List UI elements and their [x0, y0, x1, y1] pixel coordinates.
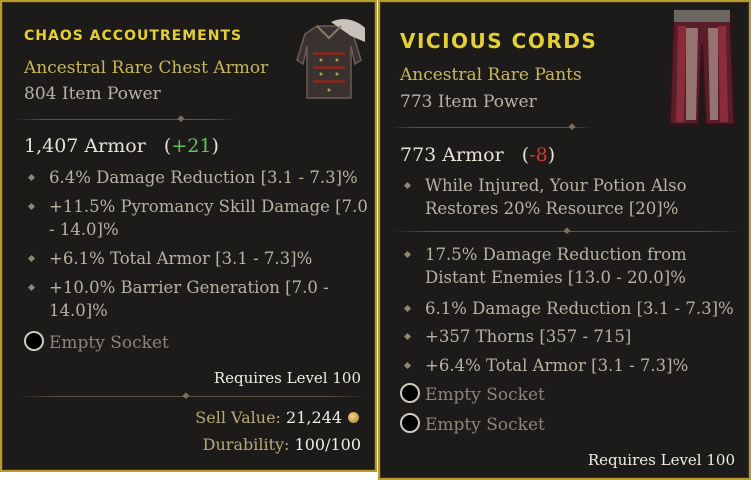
affix: +6.4% Total Armor [3.1 - 7.3]%: [403, 354, 688, 377]
implicit-affix: While Injured, Your Potion Also Restores…: [403, 174, 687, 220]
chest-armor-icon: [296, 19, 365, 99]
empty-socket: Empty Socket: [24, 331, 169, 354]
empty-socket: Empty Socket: [400, 413, 545, 436]
gold-coin-icon: [348, 412, 359, 423]
affix: +10.0% Barrier Generation [7.0 - 14.0]%: [27, 276, 329, 322]
divider: ◆: [392, 227, 742, 236]
bullet-diamond-icon: [403, 304, 412, 313]
item-power: 804 Item Power: [24, 84, 161, 104]
affix: 6.1% Damage Reduction [3.1 - 7.3]%: [403, 297, 734, 320]
item-name: CHAOS ACCOUTREMENTS: [24, 28, 243, 44]
requires-level: Requires Level 100: [213, 369, 361, 387]
affix: +6.1% Total Armor [3.1 - 7.3]%: [27, 247, 312, 270]
bullet-diamond-icon: [27, 254, 36, 263]
bullet-diamond-icon: [27, 202, 36, 211]
divider: ◆: [16, 392, 366, 401]
bullet-diamond-icon: [403, 181, 412, 190]
armor-value: 1,407 Armor: [24, 135, 146, 157]
bullet-diamond-icon: [27, 173, 36, 182]
item-power: 773 Item Power: [400, 92, 537, 112]
item-type: Ancestral Rare Chest Armor: [24, 58, 269, 78]
bullet-diamond-icon: [403, 332, 412, 341]
pants-icon: [669, 9, 735, 125]
affix: +11.5% Pyromancy Skill Damage [7.0 - 14.…: [27, 195, 368, 241]
bullet-diamond-icon: [27, 283, 36, 292]
armor-value: 773 Armor: [400, 144, 504, 166]
affix: +357 Thorns [357 - 715]: [403, 325, 631, 348]
chest-armor-tooltip: CHAOS ACCOUTREMENTS Ancestral Rare Chest…: [0, 0, 377, 472]
item-type: Ancestral Rare Pants: [400, 65, 582, 85]
armor-stat: 1,407 Armor (+21): [24, 135, 219, 157]
divider: ◆: [392, 123, 592, 132]
affix: 6.4% Damage Reduction [3.1 - 7.3]%: [27, 166, 358, 189]
armor-stat: 773 Armor (-8): [400, 144, 556, 166]
socket-icon: [400, 383, 420, 403]
pants-tooltip: VICIOUS CORDS Ancestral Rare Pants 773 I…: [378, 0, 751, 480]
item-name: VICIOUS CORDS: [400, 29, 598, 53]
bullet-diamond-icon: [403, 361, 412, 370]
socket-icon: [400, 413, 420, 433]
durability: Durability: 100/100: [202, 435, 361, 454]
sell-value: Sell Value: 21,244: [195, 408, 359, 427]
requires-level: Requires Level 100: [587, 451, 735, 469]
divider: ◆: [16, 115, 236, 124]
socket-icon: [24, 331, 44, 351]
armor-delta: -8: [529, 144, 548, 166]
bullet-diamond-icon: [403, 250, 412, 259]
affix: 17.5% Damage Reduction from Distant Enem…: [403, 243, 687, 289]
armor-delta: +21: [171, 135, 212, 157]
empty-socket: Empty Socket: [400, 383, 545, 406]
